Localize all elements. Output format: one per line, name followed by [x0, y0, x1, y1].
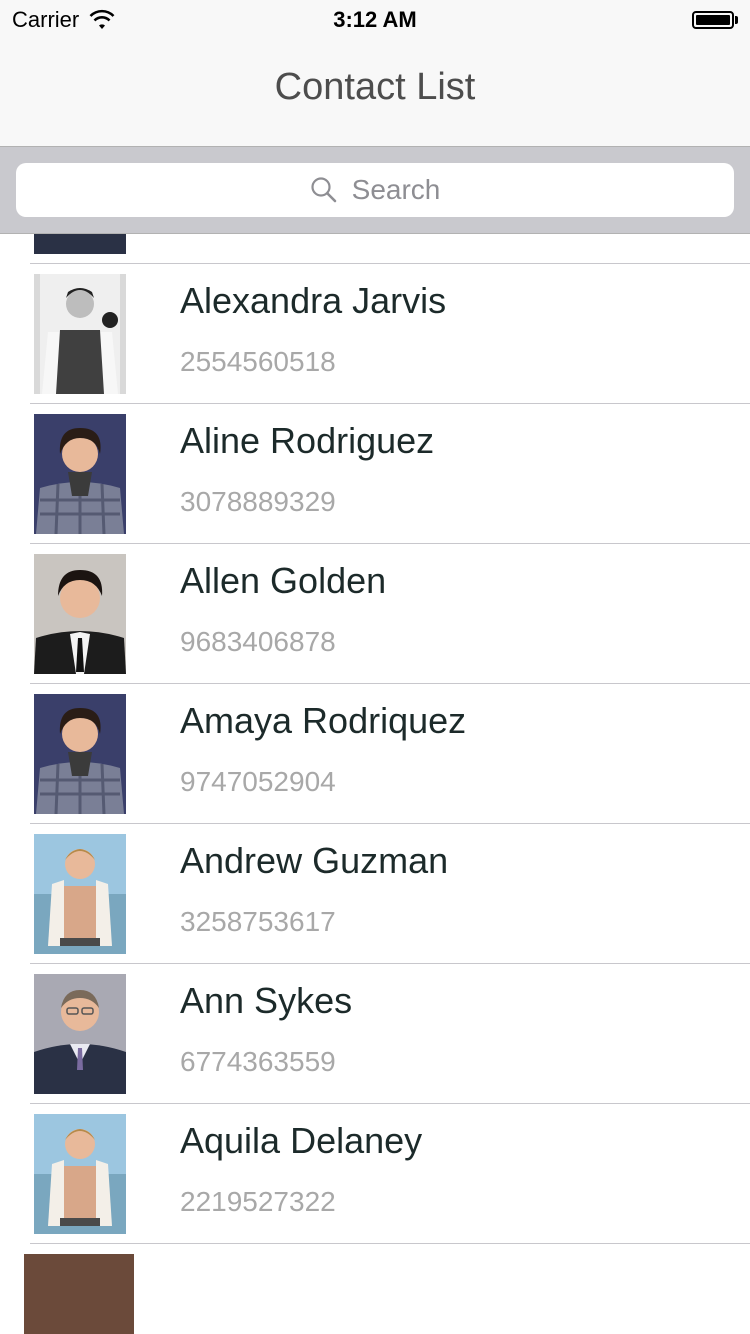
contact-row[interactable]: Aline Rodriguez 3078889329	[0, 404, 750, 544]
contact-phone: 9683406878	[180, 626, 336, 657]
contact-phone: 2219527322	[180, 1186, 336, 1217]
contact-phone: 3258753617	[180, 906, 336, 937]
contact-photo	[34, 974, 126, 1094]
contact-name: Allen Golden	[180, 560, 387, 601]
search-icon	[311, 177, 336, 203]
contact-phone: 9747052904	[180, 766, 336, 797]
contact-phone: 2554560518	[180, 346, 336, 377]
search-placeholder: Search	[351, 174, 441, 205]
contact-photo	[34, 414, 126, 534]
contact-phone: 3078889329	[180, 486, 336, 517]
contact-row[interactable]	[0, 1244, 750, 1334]
contact-photo	[34, 1114, 126, 1234]
status-time: 3:12 AM	[333, 7, 417, 32]
contact-photo	[34, 694, 126, 814]
contact-photo	[24, 1254, 134, 1334]
contact-name: Aquila Delaney	[180, 1120, 423, 1161]
contact-row[interactable]: Ann Sykes 6774363559	[0, 964, 750, 1104]
contact-row[interactable]: Alexandra Jarvis 2554560518	[0, 264, 750, 404]
search-input[interactable]: Search	[16, 163, 734, 217]
contact-row[interactable]: Alec Carney 1781459384	[0, 234, 750, 264]
page-title: Contact List	[274, 66, 476, 108]
search-bar: Search	[0, 147, 750, 234]
contact-row[interactable]: Andrew Guzman 3258753617	[0, 824, 750, 964]
contact-photo	[34, 834, 126, 954]
contact-name: Aline Rodriguez	[180, 420, 435, 461]
contact-row[interactable]: Allen Golden 9683406878	[0, 544, 750, 684]
contact-phone: 1781459384	[180, 234, 336, 238]
contact-photo	[34, 234, 126, 254]
contact-name: Andrew Guzman	[180, 840, 449, 881]
contact-name: Ann Sykes	[180, 980, 353, 1021]
contact-name: Amaya Rodriquez	[180, 700, 467, 741]
status-bar: Carrier 3:12 AM	[0, 0, 750, 40]
contact-name: Alexandra Jarvis	[180, 280, 447, 321]
contact-phone: 6774363559	[180, 1046, 336, 1077]
contact-photo	[34, 554, 126, 674]
navigation-bar: Contact List	[0, 40, 750, 147]
contact-list[interactable]: Alec Carney 1781459384 Alexandra Jarvis …	[0, 234, 750, 1334]
battery-icon	[692, 11, 738, 29]
contact-row[interactable]: Amaya Rodriquez 9747052904	[0, 684, 750, 824]
contact-row[interactable]: Aquila Delaney 2219527322	[0, 1104, 750, 1244]
contact-photo	[34, 274, 126, 394]
